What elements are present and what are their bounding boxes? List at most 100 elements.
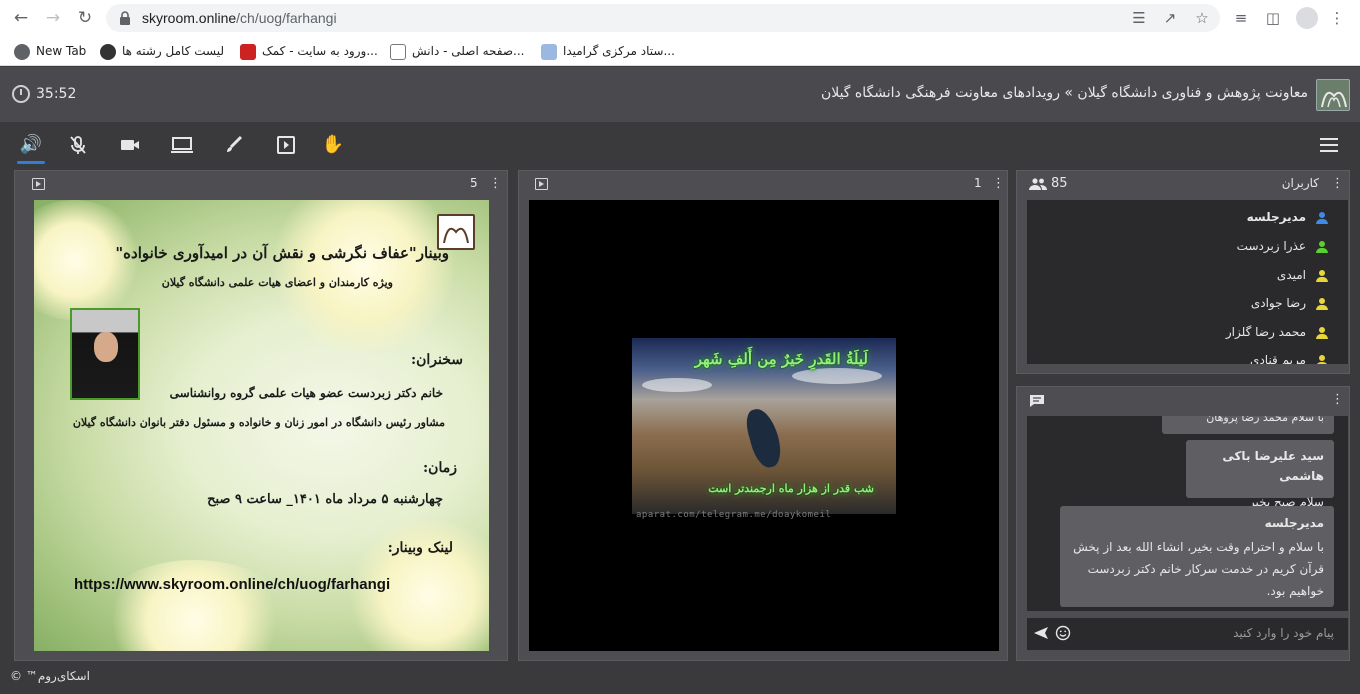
users-options-icon[interactable]: ⋮ (1331, 177, 1344, 191)
poster-title: وبینار"عفاف نگرشی و نقش آن در امیدآوری خ… (115, 244, 449, 262)
users-panel-header: 85 کاربران ⋮ (1017, 171, 1349, 197)
people-icon (1029, 178, 1047, 190)
session-timer: 35:52 (12, 85, 76, 103)
webinar-poster: وبینار"عفاف نگرشی و نقش آن در امیدآوری خ… (34, 200, 489, 651)
address-bar[interactable]: skyroom.online/ch/uog/farhangi ☰ ↗ ☆ (106, 4, 1220, 32)
user-icon (1316, 240, 1328, 253)
chat-panel-header: ⋮ (1017, 387, 1349, 413)
panel-number: 1 (974, 176, 982, 190)
video-player[interactable]: لَیلَةُ القَدرِ خَیرٌ مِن أَلفِ شَهر شب … (529, 200, 999, 651)
poster-panel-header: 5 ⋮ (15, 171, 507, 197)
chat-message: با سلام محمد رضا پروهان (1162, 416, 1334, 434)
mic-off-icon[interactable] (66, 134, 90, 156)
document-icon (541, 43, 557, 60)
user-icon (1316, 269, 1328, 282)
user-item[interactable]: رضا جوادی (1251, 293, 1328, 313)
speaker-name: خانم دکتر زبردست عضو هیات علمی گروه روان… (169, 386, 443, 400)
webinar-link: https://www.skyroom.online/ch/uog/farhan… (74, 576, 391, 593)
chat-message: مدیرجلسه با سلام و احترام وقت بخیر، انشا… (1060, 506, 1334, 607)
site-icon (390, 43, 406, 60)
user-icon (1316, 326, 1328, 339)
speaker-photo (70, 308, 140, 400)
reload-icon[interactable]: ↻ (76, 9, 94, 27)
video-watermark: aparat.com/telegram.me/doaykomeil (636, 510, 832, 520)
camera-icon[interactable] (118, 134, 142, 156)
cloud-shape (792, 368, 882, 384)
bookmark-new-tab[interactable]: New Tab (14, 42, 86, 60)
browser-toolbar: ← → ↻ skyroom.online/ch/uog/farhangi ☰ ↗… (0, 0, 1360, 36)
back-icon[interactable]: ← (12, 9, 30, 27)
university-logo (1316, 79, 1350, 111)
star-icon[interactable]: ☆ (1193, 9, 1211, 27)
lock-icon (120, 11, 130, 25)
message-author: مدیرجلسه (1264, 516, 1324, 530)
playlist-icon[interactable]: ≡ (1232, 9, 1250, 27)
profile-avatar[interactable] (1296, 7, 1318, 29)
chat-messages: با سلام محمد رضا پروهان سید علیرضا باکی … (1027, 416, 1348, 611)
users-list: مدیرجلسه عذرا زبردست امیدی رضا جوادی محم… (1027, 200, 1348, 364)
speaker-label: سخنران: (410, 352, 463, 368)
send-icon[interactable] (1033, 626, 1049, 640)
video-caption-top: لَیلَةُ القَدرِ خَیرٌ مِن أَلفِ شَهر (694, 350, 868, 368)
user-icon (1316, 297, 1328, 310)
clock-icon (12, 85, 30, 103)
cloud-shape (642, 378, 712, 392)
video-frame: لَیلَةُ القَدرِ خَیرٌ مِن أَلفِ شَهر شب … (632, 338, 896, 514)
speaker-role: مشاور رئیس دانشگاه در امور زنان و خانواد… (72, 416, 445, 429)
chat-input-bar: پیام خود را وارد کنید (1027, 618, 1348, 650)
flower-decoration (264, 200, 464, 350)
message-author: سید علیرضا باکی هاشمی (1222, 449, 1324, 483)
raise-hand-icon[interactable]: ✋ (321, 134, 345, 156)
user-item[interactable]: محمد رضا گلزار (1226, 322, 1328, 342)
sea-shape (742, 405, 786, 471)
video-panel-header: 1 ⋮ (519, 171, 1007, 197)
message-text: با سلام و احترام وقت بخیر، انشاء الله بع… (1073, 540, 1324, 598)
breadcrumb: معاونت پژوهش و فناوری دانشگاه گیلان » رو… (820, 85, 1308, 101)
message-input[interactable]: پیام خود را وارد کنید (1233, 626, 1334, 640)
speaker-icon[interactable]: 🔊 (17, 134, 45, 164)
pip-icon[interactable] (535, 178, 548, 190)
time-value: چهارشنبه ۵ مرداد ماه ۱۴۰۱_ ساعت ۹ صبح (207, 492, 443, 507)
bookmarks-bar: New Tab لیست کامل رشته ها ورود به سایت -… (0, 36, 1360, 66)
users-title: کاربران (1281, 176, 1319, 190)
brush-icon[interactable] (222, 134, 246, 156)
bookmark-home[interactable]: صفحه اصلی - دانش... (390, 42, 524, 60)
globe-icon (14, 43, 30, 60)
media-icon[interactable] (274, 134, 298, 156)
bookmark-hq[interactable]: ستاد مرکزی گرامیدا... (541, 42, 675, 60)
emoji-icon[interactable] (1055, 625, 1071, 641)
user-item[interactable]: مدیرجلسه (1247, 207, 1328, 227)
user-icon (1316, 211, 1328, 224)
footer-copyright: اسکای‌روم™ © (10, 669, 90, 683)
url-text: skyroom.online/ch/uog/farhangi (142, 10, 337, 26)
flower-decoration (94, 560, 294, 651)
panel-options-icon[interactable]: ⋮ (992, 177, 1005, 191)
bookmark-majors[interactable]: لیست کامل رشته ها (100, 42, 224, 60)
users-count: 85 (1051, 176, 1068, 191)
meeting-toolbar: 🔊 ✋ (0, 122, 1360, 166)
user-item[interactable]: مریم قنادی (1250, 350, 1328, 364)
panel-number: 5 (470, 176, 478, 190)
user-item[interactable]: امیدی (1277, 265, 1328, 285)
screen-share-icon[interactable] (170, 134, 194, 156)
time-label: زمان: (423, 460, 457, 476)
bookmark-login[interactable]: ورود به سایت - کمک... (240, 42, 378, 60)
logo-mark-icon (1321, 91, 1347, 108)
chat-message: سید علیرضا باکی هاشمی سلام صبح بخیر (1186, 440, 1334, 509)
panel-options-icon[interactable]: ⋮ (489, 177, 502, 191)
forward-icon[interactable]: → (44, 9, 62, 27)
browser-menu-icon[interactable]: ⋮ (1328, 9, 1346, 27)
chat-icon (1030, 395, 1044, 407)
translate-icon[interactable]: ☰ (1130, 9, 1148, 27)
poster-subtitle: ویژه کارمندان و اعضای هیات علمی دانشگاه … (161, 276, 393, 289)
pip-icon[interactable] (32, 178, 45, 190)
user-item[interactable]: عذرا زبردست (1237, 236, 1328, 256)
share-icon[interactable]: ↗ (1161, 9, 1179, 27)
emblem-icon (100, 43, 116, 60)
side-panel-icon[interactable]: ◫ (1264, 9, 1282, 27)
app-header: 35:52 معاونت پژوهش و فناوری دانشگاه گیلا… (0, 67, 1360, 122)
sos-icon (240, 43, 256, 60)
menu-icon[interactable] (1320, 138, 1338, 152)
chat-options-icon[interactable]: ⋮ (1331, 393, 1344, 407)
link-label: لینک وبینار: (387, 540, 453, 556)
